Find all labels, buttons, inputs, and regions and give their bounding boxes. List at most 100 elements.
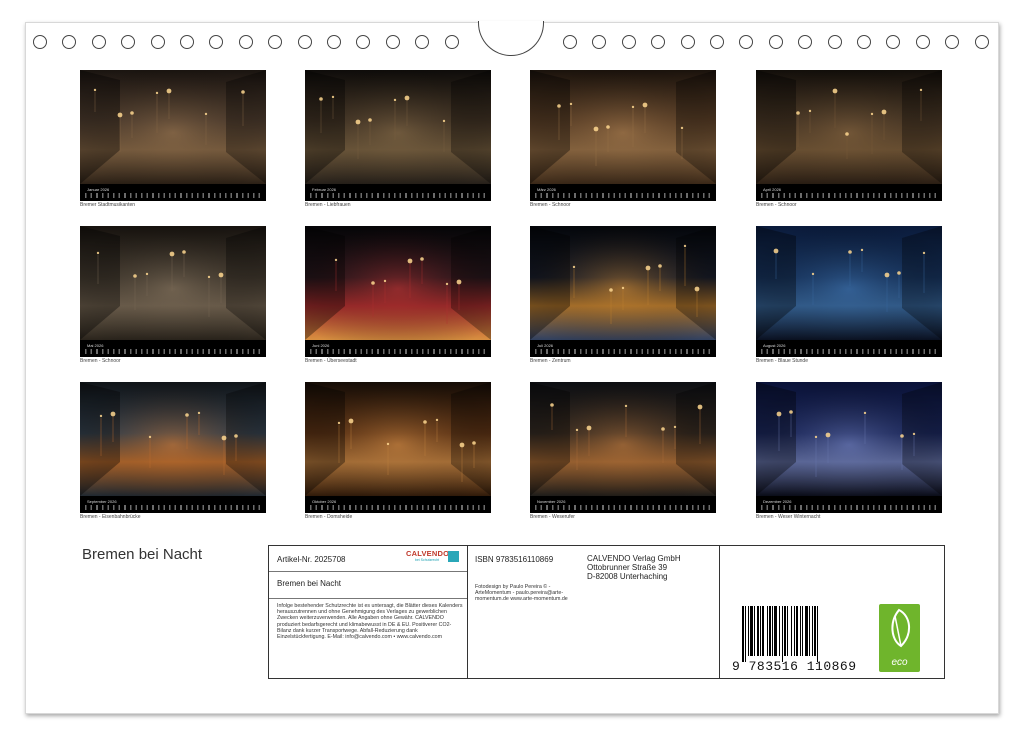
month-calendar-strip: Januar 2026 xyxy=(80,184,266,201)
day-numbers xyxy=(761,505,938,510)
barcode-bar xyxy=(754,606,755,656)
month-thumbnail: März 2026 xyxy=(530,70,716,201)
month-thumbnail: April 2026 xyxy=(756,70,942,201)
day-numbers xyxy=(310,505,487,510)
barcode-bar xyxy=(762,606,764,656)
article-number: Artikel-Nr. 2025708 xyxy=(277,555,346,564)
binding-hole xyxy=(563,35,577,49)
divider xyxy=(719,546,721,678)
barcode-bar xyxy=(800,606,801,656)
barcode-number: 9 783516 110869 xyxy=(732,659,857,674)
barcode-bar xyxy=(784,606,786,656)
binding-hole xyxy=(915,35,930,49)
barcode-bar xyxy=(796,606,798,656)
photo-credits: Fotodesign by Paulo Pereira © - ArteMome… xyxy=(475,584,568,603)
binding-hole xyxy=(651,35,666,49)
publisher-name: CALVENDO Verlag GmbH xyxy=(587,554,681,563)
barcode-bar xyxy=(757,606,759,656)
binding-hole xyxy=(356,35,371,49)
legal-text: Infolge bestehender Schutzrechte ist es … xyxy=(277,603,463,641)
binding-hole xyxy=(121,35,136,49)
month-thumbnail: Februar 2026 xyxy=(305,70,491,201)
binding-hole xyxy=(150,35,165,49)
barcode-bar xyxy=(779,606,780,656)
month-thumbnail: Oktober 2026 xyxy=(305,382,491,513)
barcode-bar xyxy=(774,606,777,656)
month-photo xyxy=(756,70,942,184)
divider xyxy=(467,546,469,678)
month-photo xyxy=(80,226,266,340)
day-numbers xyxy=(535,505,712,510)
month-calendar-strip: Oktober 2026 xyxy=(305,496,491,513)
binding-hole xyxy=(91,35,106,49)
binding-hole xyxy=(444,35,459,49)
binding-hole xyxy=(415,35,430,49)
month-photo xyxy=(756,226,942,340)
month-calendar-strip: April 2026 xyxy=(756,184,942,201)
eco-badge: eco xyxy=(879,604,920,672)
barcode-bar xyxy=(814,606,816,656)
month-thumbnail: Dezember 2026 xyxy=(756,382,942,513)
binding-hole xyxy=(945,35,960,49)
month-label: August 2026 xyxy=(763,343,786,348)
month-caption: Bremen - Schnoor xyxy=(756,202,797,208)
month-label: Juni 2026 xyxy=(312,343,330,348)
month-caption: Bremen - Domsheide xyxy=(305,514,353,520)
month-photo xyxy=(756,382,942,496)
day-numbers xyxy=(85,193,262,198)
month-thumbnail: August 2026 xyxy=(756,226,942,357)
month-photo xyxy=(80,70,266,184)
day-numbers xyxy=(85,505,262,510)
binding-hole xyxy=(297,35,312,49)
barcode-bar xyxy=(802,606,803,656)
binding-hole xyxy=(180,35,194,49)
barcode-bar xyxy=(760,606,761,656)
binding-hole xyxy=(238,35,253,49)
barcode-bar xyxy=(745,606,746,662)
month-label: Dezember 2026 xyxy=(763,499,792,504)
binding-hole xyxy=(886,35,901,49)
binding-hole xyxy=(268,35,283,49)
month-label: Oktober 2026 xyxy=(312,499,337,504)
divider xyxy=(269,571,467,572)
barcode-bar xyxy=(748,606,749,656)
barcode-bar xyxy=(817,606,818,662)
calvendo-logo: CALVENDO bei Schutzrecht xyxy=(406,549,462,567)
month-caption: Bremen - Weserufer xyxy=(530,514,575,520)
month-caption: Bremen - Schnoor xyxy=(530,202,571,208)
month-caption: Bremen - Eisenbahnbrücke xyxy=(80,514,141,520)
month-label: März 2026 xyxy=(537,187,556,192)
month-thumbnail: September 2026 xyxy=(80,382,266,513)
barcode-bar xyxy=(750,606,753,656)
isbn: ISBN 9783516110869 xyxy=(475,555,554,564)
month-calendar-strip: Juni 2026 xyxy=(305,340,491,357)
month-calendar-strip: September 2026 xyxy=(80,496,266,513)
binding-hole xyxy=(385,35,400,49)
binding-hole xyxy=(710,35,724,49)
barcode-bar xyxy=(769,606,771,656)
barcode-bar xyxy=(812,606,813,656)
info-box: Artikel-Nr. 2025708 CALVENDO bei Schutzr… xyxy=(268,545,945,679)
month-calendar-strip: August 2026 xyxy=(756,340,942,357)
month-caption: Bremen - Liebfrauen xyxy=(305,202,351,208)
day-numbers xyxy=(85,349,262,354)
month-thumbnail: Mai 2026 xyxy=(80,226,266,357)
month-thumbnail: Januar 2026 xyxy=(80,70,266,201)
month-calendar-strip: März 2026 xyxy=(530,184,716,201)
calendar-title: Bremen bei Nacht xyxy=(82,546,203,563)
barcode-bar xyxy=(772,606,773,656)
barcode-bar xyxy=(794,606,795,656)
barcode-bar xyxy=(805,606,808,656)
month-label: April 2026 xyxy=(763,187,782,192)
product-title: Bremen bei Nacht xyxy=(277,579,342,588)
month-label: September 2026 xyxy=(87,499,117,504)
month-label: Januar 2026 xyxy=(87,187,110,192)
day-numbers xyxy=(761,193,938,198)
binding-hole xyxy=(857,35,871,49)
month-calendar-strip: Mai 2026 xyxy=(80,340,266,357)
day-numbers xyxy=(535,193,712,198)
publisher-city: D-82008 Unterhaching xyxy=(587,572,668,581)
month-calendar-strip: Dezember 2026 xyxy=(756,496,942,513)
binding-hole xyxy=(974,35,989,49)
binding-hole xyxy=(680,35,695,49)
